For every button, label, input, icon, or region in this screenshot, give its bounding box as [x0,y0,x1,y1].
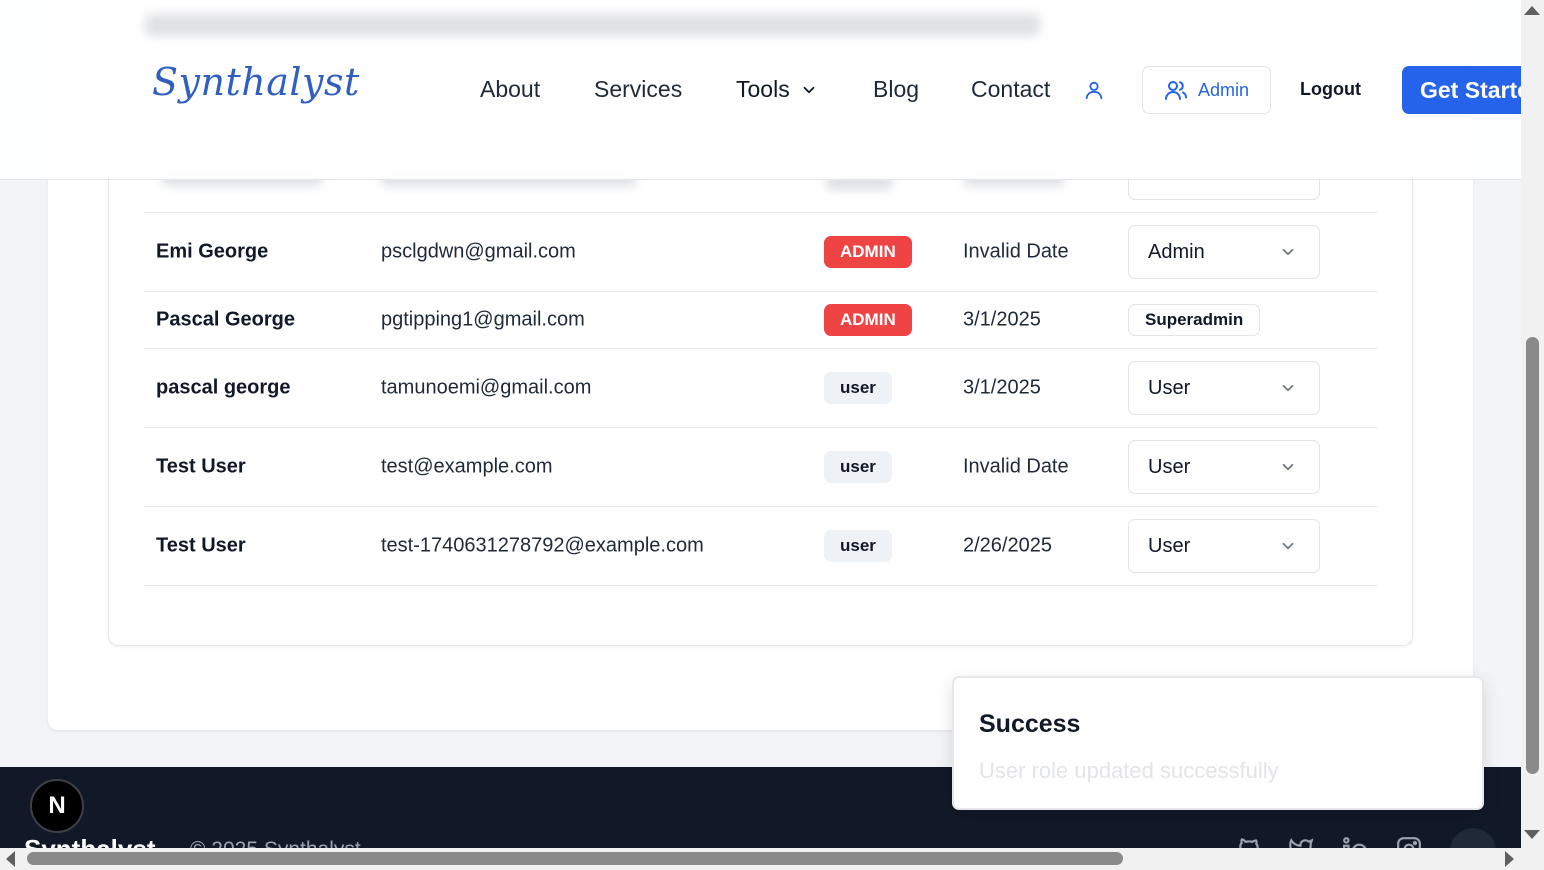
role-select-value: User [1148,534,1191,557]
obscured-text [145,14,1040,36]
nav-about[interactable]: About [480,76,540,103]
footer-copyright: © 2025 Synthalyst [190,838,361,848]
role-select[interactable]: User [1128,361,1320,415]
site-logo[interactable]: Synthalyst [152,60,360,104]
nav-blog[interactable]: Blog [873,76,919,103]
user-email: test@example.com [381,455,553,478]
role-label-superadmin: Superadmin [1128,304,1261,336]
role-badge: user [824,451,892,483]
user-email: psclgdwn@gmail.com [381,240,576,263]
chevron-down-icon [1282,463,1294,471]
vertical-scrollbar-thumb[interactable] [1526,337,1539,774]
scroll-left-arrow-icon[interactable] [6,851,15,867]
role-badge: user [824,372,892,404]
chevron-down-icon [1282,384,1294,392]
toast-title: Success [979,710,1081,738]
role-select-value: User [1148,376,1191,399]
table-row: Pascal George pgtipping1@gmail.com ADMIN… [144,292,1377,349]
user-email: test-1740631278792@example.com [381,534,704,557]
github-icon[interactable] [1236,836,1262,848]
user-name: Pascal George [156,308,295,331]
footer-brand: Synthalyst [24,834,156,848]
horizontal-scrollbar-thumb[interactable] [27,852,1123,865]
users-icon [1164,81,1187,100]
created-date: 3/1/2025 [963,376,1041,399]
created-date: Invalid Date [963,455,1069,478]
chevron-down-icon [803,86,815,93]
nav-services[interactable]: Services [594,76,682,103]
user-email: pgtipping1@gmail.com [381,308,585,331]
get-started-label: Get Started [1420,76,1521,103]
user-name: Test User [156,534,246,557]
chevron-down-icon [1282,248,1294,256]
twitter-icon[interactable] [1288,836,1314,848]
success-toast[interactable]: Success User role updated successfully [952,676,1484,810]
role-select[interactable]: User [1128,519,1320,573]
table-row: Test User test-1740631278792@example.com… [144,507,1377,586]
scroll-down-arrow-icon[interactable] [1524,830,1540,839]
linkedin-icon[interactable] [1342,836,1368,848]
role-select[interactable]: Admin [1128,225,1320,279]
role-select-value: Admin [1148,240,1205,263]
role-badge: user [824,530,892,562]
user-icon[interactable] [1083,78,1105,102]
admin-button-label: Admin [1197,79,1250,100]
admin-button[interactable]: Admin [1142,66,1271,114]
nav-tools[interactable]: Tools [736,76,818,103]
chevron-down-icon [1282,542,1294,550]
toast-message: User role updated successfully [979,758,1279,783]
table-row: Emi George psclgdwn@gmail.com ADMIN Inva… [144,213,1377,292]
logout-button[interactable]: Logout [1300,79,1361,100]
user-name: Emi George [156,240,269,263]
site-header: Synthalyst About Services Tools Blog Con… [0,0,1521,180]
table-row: pascal george tamunoemi@gmail.com user 3… [144,349,1377,428]
user-email: tamunoemi@gmail.com [381,376,592,399]
role-badge: ADMIN [824,304,912,336]
created-date: 2/26/2025 [963,534,1052,557]
role-select-value: User [1148,455,1191,478]
nav-contact[interactable]: Contact [971,76,1050,103]
instagram-icon[interactable] [1396,836,1422,848]
user-name: Test User [156,455,246,478]
created-date: Invalid Date [963,240,1069,263]
created-date: 3/1/2025 [963,308,1041,331]
role-badge: ADMIN [824,236,912,268]
scroll-right-arrow-icon[interactable] [1505,851,1514,867]
nextjs-dev-badge[interactable]: N [30,779,84,833]
role-select[interactable]: User [1128,440,1320,494]
get-started-button[interactable]: Get Started [1402,66,1521,114]
nav-tools-label: Tools [736,76,790,102]
user-name: pascal george [156,376,291,399]
page-viewport: Emi George psclgdwn@gmail.com ADMIN Inva… [0,0,1521,848]
table-row: Test User test@example.com user Invalid … [144,428,1377,507]
scroll-up-arrow-icon[interactable] [1524,6,1540,15]
